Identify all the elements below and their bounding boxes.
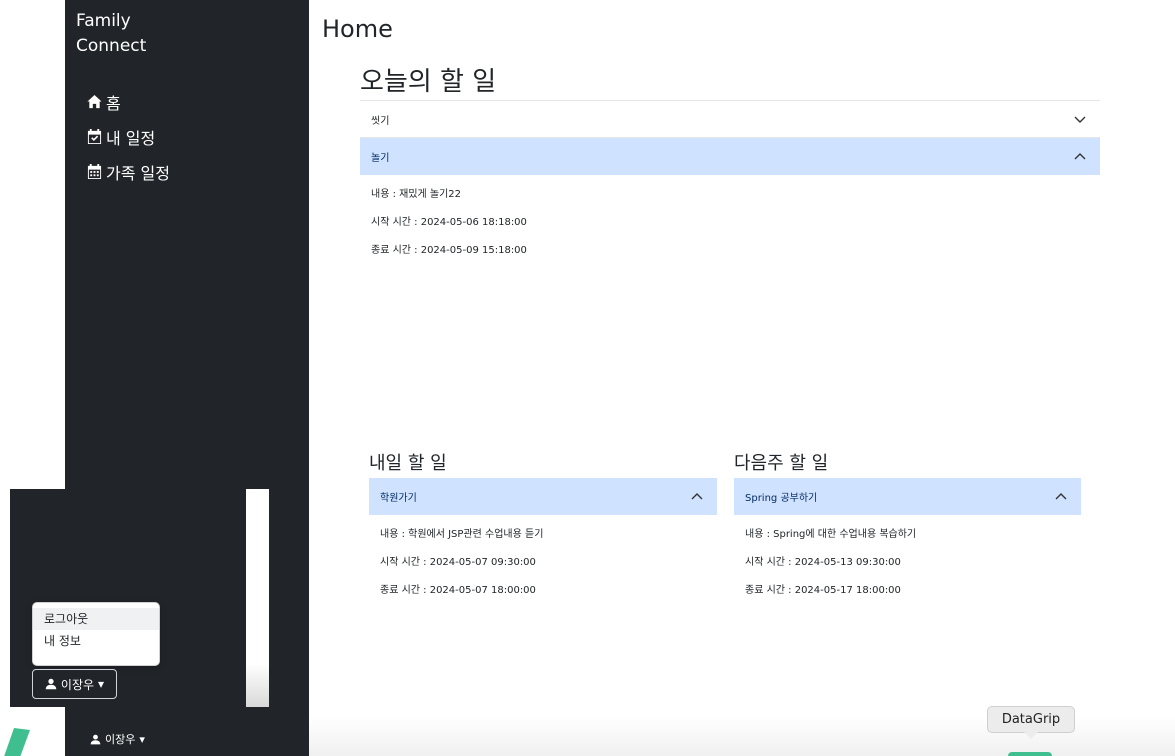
task-end-time: 종료 시간 : 2024-05-09 15:18:00 — [371, 245, 527, 256]
accordion-body-academy: 내용 : 학원에서 JSP관련 수업내용 듣기 시작 시간 : 2024-05-… — [369, 515, 717, 609]
tooltip-arrow — [1024, 732, 1038, 739]
calendar-check-icon — [87, 129, 102, 144]
task-start-time: 시작 시간 : 2024-05-07 09:30:00 — [380, 557, 536, 568]
calendar-icon — [87, 164, 102, 179]
person-icon — [45, 678, 57, 690]
caret-down-icon: ▾ — [139, 732, 145, 746]
accordion-title: 학원가기 — [380, 493, 417, 504]
today-heading: 오늘의 할 일 — [360, 67, 497, 97]
caret-down-icon: ▾ — [98, 677, 105, 691]
person-icon — [90, 734, 101, 744]
sidebar-user-name: 이장우 — [105, 733, 136, 746]
my-info-menu-item[interactable]: 내 정보 — [33, 630, 159, 652]
sidebar-nav: 홈 내 일정 가족 일정 — [87, 84, 170, 189]
sidebar-item-my-schedule[interactable]: 내 일정 — [87, 119, 170, 154]
task-end-time: 종료 시간 : 2024-05-07 18:00:00 — [380, 585, 536, 596]
chevron-up-icon — [1074, 152, 1086, 159]
logout-menu-item[interactable]: 로그아웃 — [33, 608, 159, 630]
overlay-edge — [246, 489, 269, 707]
chevron-up-icon — [691, 492, 703, 499]
next-week-heading: 다음주 할 일 — [734, 453, 829, 474]
accordion-header-wash[interactable]: 씻기 — [360, 101, 1100, 138]
sidebar-item-label: 홈 — [106, 93, 121, 113]
user-menu-button[interactable]: 이장우 ▾ — [32, 669, 117, 699]
tomorrow-heading: 내일 할 일 — [369, 453, 447, 474]
sidebar-user-dropdown[interactable]: 이장우 ▾ — [90, 731, 145, 747]
task-end-time: 종료 시간 : 2024-05-17 18:00:00 — [745, 585, 901, 596]
accordion-title: 놀기 — [371, 153, 390, 164]
dock-tooltip: DataGrip — [987, 706, 1075, 733]
page-title: Home — [322, 15, 393, 43]
sidebar-item-label: 내 일정 — [106, 128, 156, 148]
chevron-down-icon — [1074, 116, 1086, 123]
sidebar-item-family-schedule[interactable]: 가족 일정 — [87, 154, 170, 189]
brand[interactable]: Family Connect — [76, 9, 146, 59]
user-menu-name: 이장우 — [60, 677, 95, 692]
tomorrow-accordion: 학원가기 내용 : 학원에서 JSP관련 수업내용 듣기 시작 시간 : 202… — [369, 478, 717, 609]
today-accordion: 씻기 놀기 내용 : 재밌게 놀기22 시작 시간 : 2024-05-06 1… — [360, 100, 1100, 269]
home-icon — [87, 94, 102, 109]
dock-app-icon[interactable] — [1008, 752, 1052, 756]
accordion-header-academy[interactable]: 학원가기 — [369, 478, 717, 515]
brand-line-2: Connect — [76, 36, 147, 56]
sidebar-item-home[interactable]: 홈 — [87, 84, 170, 119]
chevron-up-icon — [1055, 492, 1067, 499]
task-content: 내용 : 학원에서 JSP관련 수업내용 듣기 — [380, 529, 544, 540]
brand-line-1: Family — [76, 11, 131, 31]
user-dropdown-menu: 로그아웃 내 정보 — [32, 602, 160, 666]
accordion-body-play: 내용 : 재밌게 놀기22 시작 시간 : 2024-05-06 18:18:0… — [360, 175, 1100, 269]
accordion-title: Spring 공부하기 — [745, 493, 818, 504]
accordion-body-spring: 내용 : Spring에 대한 수업내용 복습하기 시작 시간 : 2024-0… — [734, 515, 1081, 609]
green-logo-fragment — [4, 728, 30, 756]
accordion-header-spring[interactable]: Spring 공부하기 — [734, 478, 1081, 515]
next-week-accordion: Spring 공부하기 내용 : Spring에 대한 수업내용 복습하기 시작… — [734, 478, 1081, 609]
task-start-time: 시작 시간 : 2024-05-13 09:30:00 — [745, 557, 901, 568]
accordion-title: 씻기 — [371, 115, 390, 127]
task-content: 내용 : Spring에 대한 수업내용 복습하기 — [745, 529, 917, 540]
task-start-time: 시작 시간 : 2024-05-06 18:18:00 — [371, 217, 527, 228]
task-content: 내용 : 재밌게 놀기22 — [371, 189, 462, 200]
sidebar-item-label: 가족 일정 — [106, 163, 170, 183]
accordion-header-play[interactable]: 놀기 — [360, 138, 1100, 175]
